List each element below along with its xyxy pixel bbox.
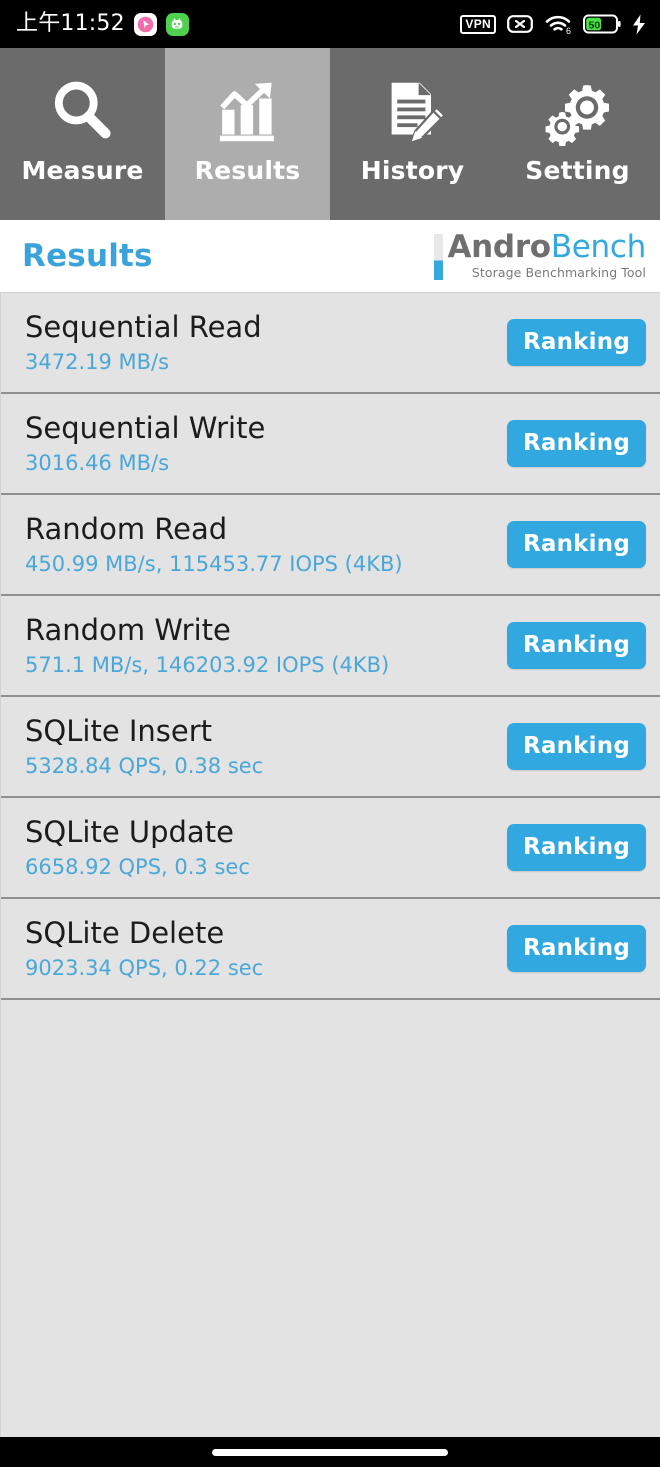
row-value: 3016.46 MB/s [25, 450, 170, 475]
row-title: Sequential Read [25, 310, 262, 345]
tab-history-label: History [360, 156, 465, 185]
logo-bar-icon [434, 234, 444, 280]
face-glyph [171, 18, 183, 29]
home-indicator-pill[interactable] [212, 1448, 448, 1456]
logo-subtitle: Storage Benchmarking Tool [471, 264, 646, 280]
mute-glyph [507, 15, 533, 33]
cursor-glyph [137, 16, 154, 32]
table-row[interactable]: SQLite Update 6658.92 QPS, 0.3 sec Ranki… [1, 798, 660, 899]
bar-chart-arrow-glyph [219, 82, 274, 142]
logo-primary: Andro [447, 229, 551, 265]
mute-icon [507, 14, 533, 34]
row-value: 3472.19 MB/s [25, 349, 170, 374]
system-navigation-bar [0, 1437, 660, 1467]
table-row[interactable]: SQLite Delete 9023.34 QPS, 0.22 sec Rank… [1, 899, 660, 1000]
cursor-app-icon [133, 12, 157, 36]
page-header: Results AndroBench Storage Benchmarking … [0, 220, 660, 293]
row-value: 571.1 MB/s, 146203.92 IOPS (4KB) [25, 652, 390, 677]
row-title: Random Read [25, 512, 228, 547]
row-value: 6658.92 QPS, 0.3 sec [25, 854, 250, 879]
wifi-6-icon: 6 [544, 13, 572, 35]
logo-wordmark: AndroBench [447, 229, 646, 265]
row-title: Sequential Write [25, 411, 266, 446]
wifi-glyph: 6 [545, 15, 571, 35]
status-clock: 上午11:52 [16, 10, 125, 36]
row-text-group: Sequential Read 3472.19 MB/s [25, 310, 262, 374]
tab-results-label: Results [194, 156, 301, 185]
row-value: 9023.34 QPS, 0.22 sec [25, 955, 264, 980]
table-row[interactable]: Sequential Write 3016.46 MB/s Ranking [1, 394, 660, 495]
table-row[interactable]: Random Write 571.1 MB/s, 146203.92 IOPS … [1, 596, 660, 697]
row-value: 450.99 MB/s, 115453.77 IOPS (4KB) [25, 551, 403, 576]
battery-percent-label: 50 [589, 19, 601, 31]
row-text-group: Sequential Write 3016.46 MB/s [25, 411, 266, 475]
table-row[interactable]: Sequential Read 3472.19 MB/s Ranking [1, 293, 660, 394]
page-title: Results [22, 238, 153, 274]
row-text-group: SQLite Insert 5328.84 QPS, 0.38 sec [25, 714, 264, 778]
tab-measure[interactable]: Measure [0, 48, 165, 220]
vpn-icon: VPN [460, 14, 496, 34]
tab-measure-label: Measure [21, 156, 144, 185]
logo-text: AndroBench Storage Benchmarking Tool [447, 229, 646, 280]
ranking-button[interactable]: Ranking [506, 925, 646, 972]
row-text-group: SQLite Delete 9023.34 QPS, 0.22 sec [25, 916, 264, 980]
ranking-button[interactable]: Ranking [506, 723, 646, 770]
tab-setting-label: Setting [525, 156, 630, 185]
status-bar-right: VPN 6 50 [460, 13, 646, 35]
table-row[interactable]: Random Read 450.99 MB/s, 115453.77 IOPS … [1, 495, 660, 596]
bar-chart-arrow-icon [212, 74, 284, 150]
row-value: 5328.84 QPS, 0.38 sec [25, 753, 264, 778]
logo-secondary: Bench [550, 229, 646, 265]
battery-glyph: 50 [583, 14, 621, 34]
row-text-group: Random Write 571.1 MB/s, 146203.92 IOPS … [25, 613, 390, 677]
ranking-button[interactable]: Ranking [506, 420, 646, 467]
face-app-icon [165, 12, 189, 36]
results-list: Sequential Read 3472.19 MB/s Ranking Seq… [0, 293, 660, 1437]
row-text-group: Random Read 450.99 MB/s, 115453.77 IOPS … [25, 512, 403, 576]
row-title: SQLite Update [25, 815, 234, 850]
ranking-button[interactable]: Ranking [506, 521, 646, 568]
document-pencil-glyph [391, 82, 446, 144]
row-title: SQLite Delete [25, 916, 225, 951]
gears-icon [542, 74, 614, 150]
status-bar: 上午11:52 VPN 6 50 [0, 0, 660, 48]
tab-results[interactable]: Results [165, 48, 330, 220]
status-bar-left: 上午11:52 [16, 10, 189, 36]
row-title: SQLite Insert [25, 714, 213, 749]
androbench-logo: AndroBench Storage Benchmarking Tool [434, 229, 646, 280]
table-row[interactable]: SQLite Insert 5328.84 QPS, 0.38 sec Rank… [1, 697, 660, 798]
ranking-button[interactable]: Ranking [506, 824, 646, 871]
gears-glyph [545, 85, 609, 147]
main-tab-bar: Measure Results History Setting [0, 48, 660, 220]
charging-bolt-glyph [633, 14, 645, 34]
tab-setting[interactable]: Setting [495, 48, 660, 220]
svg-text:6: 6 [566, 26, 571, 35]
phone-screen: 上午11:52 VPN 6 50 Measure Results History… [0, 0, 660, 1467]
battery-icon: 50 [583, 14, 621, 34]
magnifier-glyph [54, 81, 111, 139]
row-text-group: SQLite Update 6658.92 QPS, 0.3 sec [25, 815, 250, 879]
ranking-button[interactable]: Ranking [506, 319, 646, 366]
ranking-button[interactable]: Ranking [506, 622, 646, 669]
row-title: Random Write [25, 613, 231, 648]
charging-bolt-icon [632, 14, 646, 35]
document-pencil-icon [377, 74, 449, 150]
magnifier-icon [47, 74, 119, 150]
tab-history[interactable]: History [330, 48, 495, 220]
